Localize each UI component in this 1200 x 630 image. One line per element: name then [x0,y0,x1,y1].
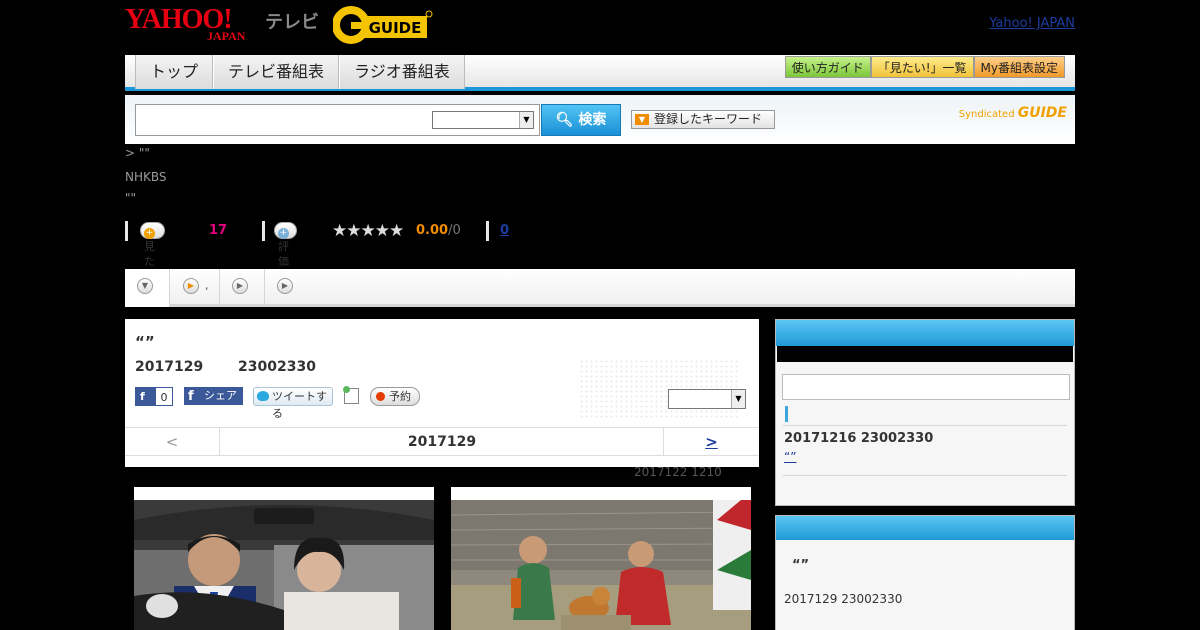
rate-button[interactable]: +評価 [274,222,297,268]
program-name: "" [125,191,137,205]
tab-cast-label: , [205,279,209,292]
sidebar-next-broadcast: 20171216 23002330 “” [775,319,1075,506]
syndicated-label: Syndicated [958,109,1015,120]
sidebar-subheader [777,346,1073,362]
previous-episode-link[interactable]: < [125,428,220,456]
divider [262,221,265,241]
mitai-count: 17 [209,223,228,238]
plus-icon: + [144,228,155,239]
search-button[interactable]: 🔍︎ 検索 [541,104,621,136]
guide-button[interactable]: 使い方ガイド [784,56,871,78]
play-icon: ▶ [183,278,199,294]
tweet-button[interactable]: ツイートする [253,387,333,420]
divider [783,425,1067,426]
gguide-logo-icon: GUIDE [332,6,433,44]
broadcast-date: 2017129 [135,359,204,375]
plus-icon: + [278,228,289,239]
sidebar-header [776,320,1074,346]
facebook-like-count: 0 [155,387,173,406]
facebook-icon: f [188,389,194,404]
nav-tab-top[interactable]: トップ [135,55,214,89]
score-total: /0 [448,223,461,238]
rate-label: 評価 [278,240,289,268]
reserve-button[interactable]: 予約 [370,387,420,406]
facebook-like-button[interactable]: f 0 [135,387,173,406]
yahoo-japan-link[interactable]: Yahoo! JAPAN [989,16,1075,31]
search-icon: 🔍︎ [555,112,574,128]
recorder-select[interactable]: ▼ [668,389,746,409]
related-program-date: 2017129 23002330 [784,592,903,606]
nav-tab-radio-listings[interactable]: ラジオ番組表 [339,55,465,89]
tab-related[interactable]: ▶ [265,269,310,307]
program-photo-1[interactable] [134,487,434,630]
play-icon: ▶ [232,278,248,294]
sidebar-header [776,516,1074,540]
sidebar-related: “” 2017129 23002330 [775,515,1075,630]
next-episode-link[interactable]: > [663,428,759,456]
nav-tab-tv-listings[interactable]: テレビ番組表 [213,55,340,89]
nav-buttons: 使い方ガイド 「見たい!」一覧 My番組表設定 [784,56,1065,78]
japan-logo-text: JAPAN [207,29,246,43]
tweet-label: ツイートする [272,390,327,420]
gguide-logo[interactable]: GUIDE [332,6,433,44]
chevron-down-icon: ▼ [137,278,153,294]
related-program-title[interactable]: “” [792,558,809,573]
main-nav: トップ テレビ番組表 ラジオ番組表 使い方ガイド 「見たい!」一覧 My番組表設… [125,55,1075,91]
facebook-icon: f [140,390,145,403]
current-episode-date: 2017129 [407,434,477,450]
star-rating-icon: ★★★★★ [332,221,404,241]
channel-name: NHKBS [125,170,167,184]
outdoor-scene-image [451,500,751,630]
play-icon: ▶ [277,278,293,294]
tab-overview[interactable]: ▼ [125,269,170,307]
rating-score: 0.00/0 [416,223,461,238]
syndicated-brand: GUIDE [1017,105,1067,121]
svg-text:GUIDE: GUIDE [369,19,422,37]
divider [486,221,489,241]
last-updated: 2017122 1210 [634,465,722,479]
breadcrumb[interactable]: > "" [125,146,150,160]
nav-tabs: トップ テレビ番組表 ラジオ番組表 [135,55,465,89]
next-broadcast-date: 20171216 23002330 [784,431,934,446]
program-title: “” [135,333,155,351]
next-broadcast-link[interactable]: “” [784,450,852,464]
arrow-down-icon: ▼ [635,114,649,125]
review-count-link[interactable]: 0 [500,223,509,238]
tab-reviews[interactable]: ▶ [220,269,265,307]
mitai-button[interactable]: +見たい! [140,222,166,283]
my-settings-button[interactable]: My番組表設定 [973,56,1065,78]
broadcast-time: 23002330 [238,359,316,375]
saved-keywords-label: 登録したキーワード [654,112,763,126]
reserve-label: 予約 [389,390,411,403]
section-marker [785,406,788,422]
facebook-share-label: シェア [204,389,237,402]
program-photo-2[interactable] [451,487,751,630]
search-bar: ▼ 🔍︎ 検索 ▼ 登録したキーワード Syndicated GUIDE [125,95,1075,144]
calendar-add-icon[interactable] [343,386,359,404]
photo-outdoor-scene [451,500,751,630]
yahoo-japan-logo[interactable]: YAHOO! JAPAN [125,6,263,44]
divider [783,475,1067,476]
car-scene-image [134,500,434,630]
sidebar-notice-box [782,374,1070,400]
search-category-select[interactable]: ▼ [432,111,534,129]
header: YAHOO! JAPAN テレビ GUIDE Yahoo! JAPAN [125,4,1075,48]
score-value: 0.00 [416,223,449,238]
mitai-list-button[interactable]: 「見たい!」一覧 [870,56,974,78]
syndicated-logo: Syndicated GUIDE [959,105,1067,121]
twitter-bird-icon [257,391,269,401]
record-icon [376,392,385,401]
photo-car-scene [134,500,434,630]
program-detail-panel: “” 2017129 23002330 f 0 f シェア ツイートする 予約 … [125,319,759,467]
chevron-down-icon: ▼ [519,112,533,128]
tv-label[interactable]: テレビ [265,8,319,34]
program-tabs: ▼ ▶ , ▶ ▶ [125,269,1075,307]
chevron-down-icon: ▼ [731,390,745,408]
search-button-label: 検索 [578,112,607,128]
facebook-share-button[interactable]: f シェア [184,387,243,405]
tab-cast[interactable]: ▶ , [170,269,220,307]
divider [125,221,128,241]
saved-keywords-button[interactable]: ▼ 登録したキーワード [631,110,775,129]
episode-pager: < 2017129 > [125,427,759,456]
